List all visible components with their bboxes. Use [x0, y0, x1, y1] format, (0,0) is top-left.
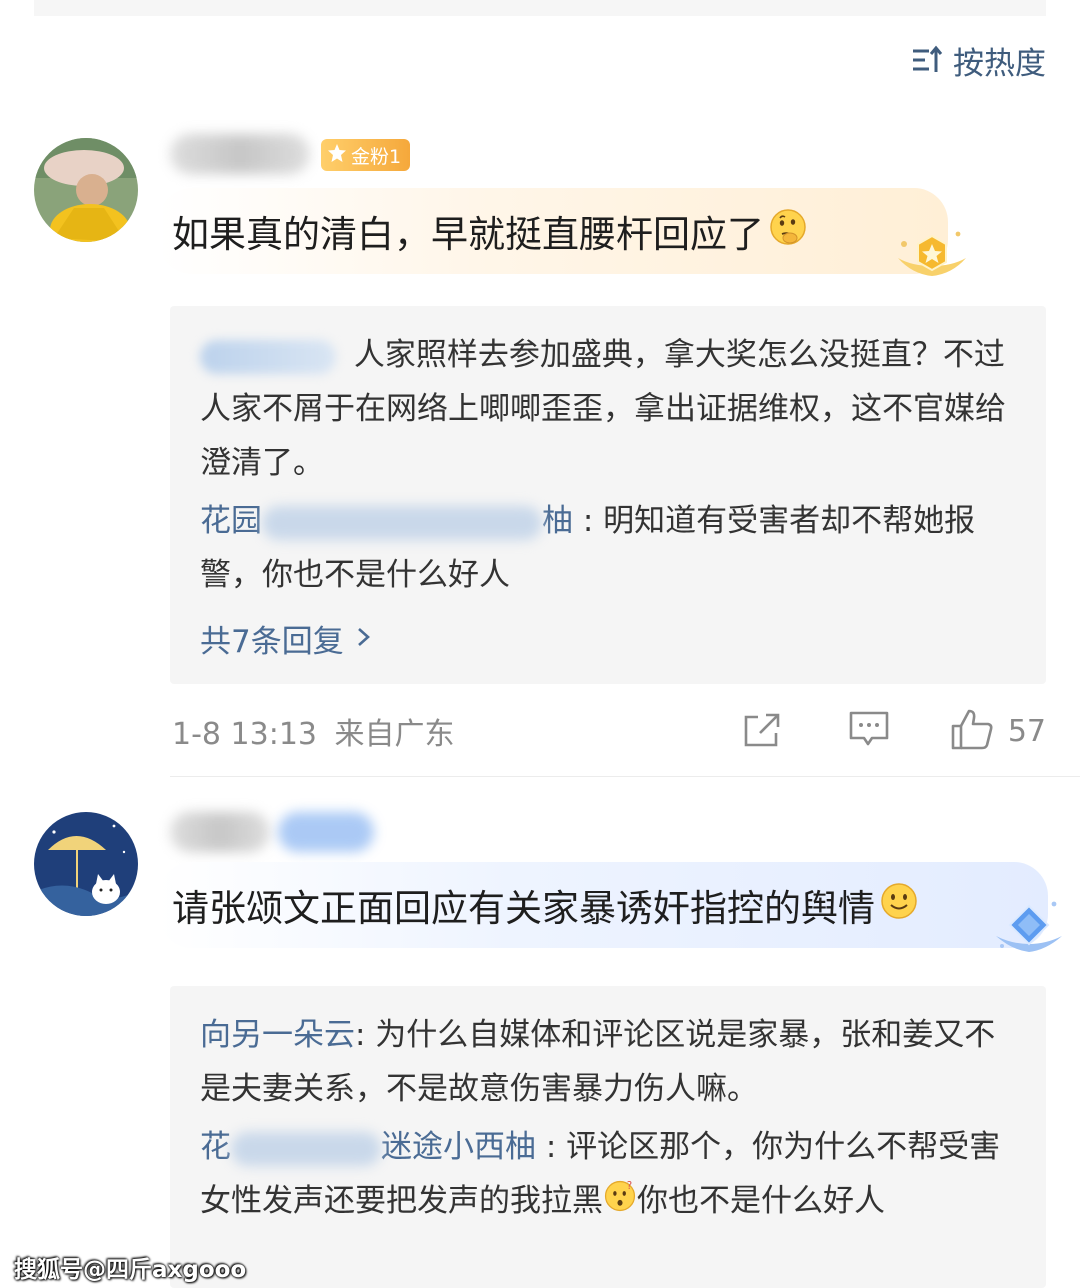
gold-fan-badge: 金粉1	[321, 139, 411, 171]
reply-text-continued: 你也不是什么好人	[637, 1183, 885, 1219]
more-replies-label: 共7条回复	[200, 624, 344, 660]
sort-by-heat-button[interactable]: 按热度	[911, 38, 1046, 82]
avatar[interactable]	[34, 138, 138, 242]
username-blurred[interactable]	[170, 134, 310, 174]
username-blurred[interactable]	[170, 812, 270, 852]
thinking-emoji-icon	[768, 207, 808, 256]
reply-item[interactable]: 花迷途小西柚 : 评论区那个，你为什么不帮受害女性发声还要把发声的我拉黑 ? 你…	[200, 1120, 1016, 1230]
comment-text: 如果真的清白，早就挺直腰杆回应了	[172, 213, 764, 256]
comment-icon	[848, 710, 890, 752]
reply-username[interactable]: 花园 柚	[200, 503, 583, 540]
comment-text: 请张颂文正面回应有关家暴诱奸指控的舆情	[172, 887, 875, 930]
reply-username-start: 花园	[200, 503, 262, 539]
watermark: 搜狐号@四斤axgooo	[14, 1257, 247, 1283]
reply-username-end: 柚	[542, 503, 573, 539]
reply-username-start: 花	[200, 1129, 231, 1165]
reply-username-blurred	[262, 505, 542, 540]
reply-item[interactable]: 花园柚 : 明知道有受害者却不帮她报警，你也不是什么好人	[200, 494, 1016, 602]
gold-fan-decoration-icon	[892, 222, 972, 290]
reply-username[interactable]: 花 迷途小西柚	[200, 1129, 546, 1166]
sort-label: 按热度	[953, 45, 1046, 82]
comment-bubble: 如果真的清白，早就挺直腰杆回应了	[158, 188, 948, 274]
comment-text-row: 请张颂文正面回应有关家暴诱奸指控的舆情	[158, 878, 919, 932]
comment-meta-row: 1-8 13:13 来自广东 57	[172, 706, 1046, 756]
reply-username-end: 迷途小西柚	[381, 1129, 536, 1165]
avatar[interactable]	[34, 812, 138, 916]
thumbs-up-icon	[950, 708, 994, 754]
svg-text:?: ?	[627, 1181, 632, 1192]
comment-text-row: 如果真的清白，早就挺直腰杆回应了	[158, 204, 808, 258]
comment-location: 来自广东	[334, 717, 455, 752]
comment-actions: 57	[742, 708, 1046, 754]
diamond-fan-decoration-icon	[992, 896, 1066, 964]
badge-label: 金粉1	[351, 145, 402, 168]
more-replies-link[interactable]: 共7条回复	[200, 616, 1016, 661]
confused-emoji-icon: ?	[603, 1176, 637, 1230]
reply-username-blurred[interactable]	[200, 339, 336, 374]
comment-divider	[170, 776, 1080, 777]
share-button[interactable]	[742, 711, 782, 751]
reply-item[interactable]: 向另一朵云: 为什么自媒体和评论区说是家暴，张和姜又不是夫妻关系，不是故意伤害暴…	[200, 1008, 1016, 1116]
sort-icon	[911, 45, 943, 75]
user-badge-blurred	[278, 812, 374, 852]
previous-comment-strip	[34, 0, 1046, 16]
reply-username-blurred	[231, 1131, 381, 1166]
like-button[interactable]: 57	[950, 708, 1046, 754]
reply-button[interactable]	[848, 710, 890, 752]
comment-timestamp: 1-8 13:13	[172, 717, 317, 752]
fan-badge-icon	[327, 143, 347, 168]
comment-bubble: 请张颂文正面回应有关家暴诱奸指控的舆情	[158, 862, 1048, 948]
reply-box: 向另一朵云: 为什么自媒体和评论区说是家暴，张和姜又不是夫妻关系，不是故意伤害暴…	[170, 986, 1046, 1288]
reply-box: 人家照样去参加盛典，拿大奖怎么没挺直？不过人家不屑于在网络上唧唧歪歪，拿出证据维…	[170, 306, 1046, 684]
smile-emoji-icon	[879, 881, 919, 930]
reply-item[interactable]: 人家照样去参加盛典，拿大奖怎么没挺直？不过人家不屑于在网络上唧唧歪歪，拿出证据维…	[200, 328, 1016, 490]
chevron-right-icon	[356, 621, 372, 657]
like-count: 57	[1007, 713, 1046, 749]
comment-time: 1-8 13:13 来自广东	[172, 709, 455, 753]
reply-username[interactable]: 向另一朵云	[200, 1017, 355, 1053]
share-icon	[742, 711, 782, 751]
